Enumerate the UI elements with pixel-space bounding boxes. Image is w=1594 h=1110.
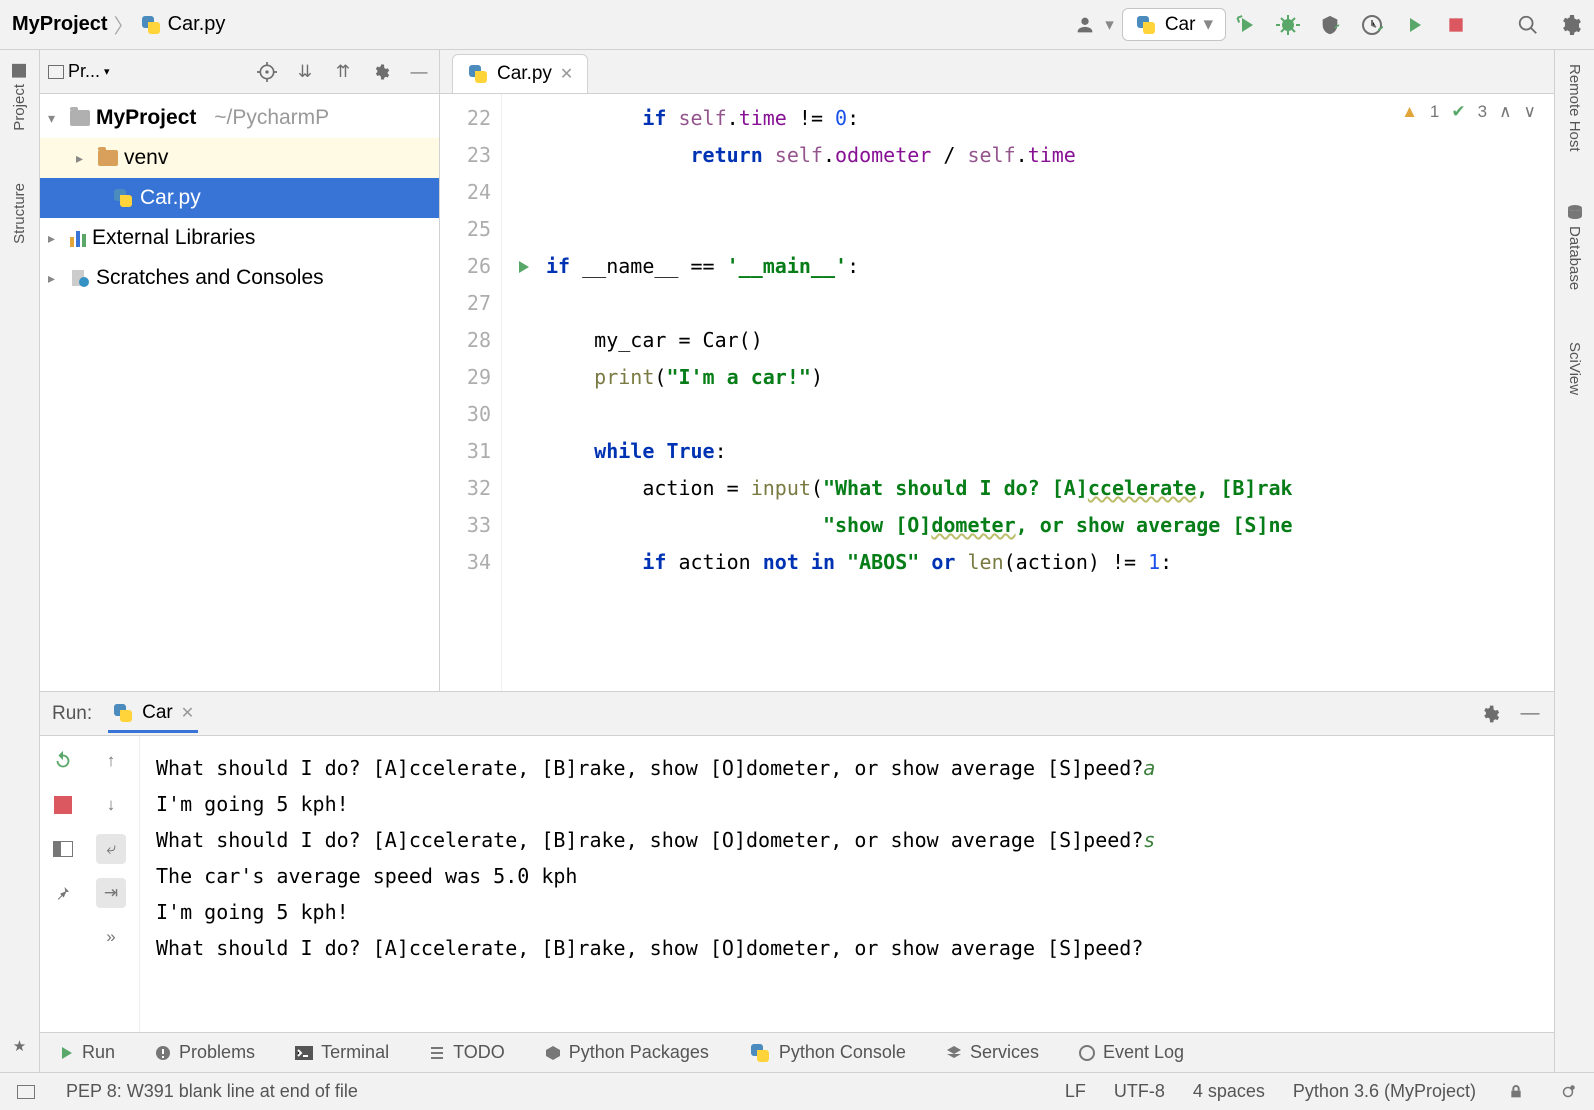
debug-button[interactable] — [1276, 13, 1300, 37]
line-number-gutter[interactable]: 22232425262728293031323334 — [440, 94, 502, 691]
python-console-tab[interactable]: Python Console — [749, 1042, 906, 1064]
run-tab[interactable]: Run — [60, 1042, 115, 1063]
layout-button[interactable] — [48, 834, 78, 864]
status-message[interactable]: PEP 8: W391 blank line at end of file — [66, 1081, 358, 1102]
profile-button[interactable] — [1360, 13, 1384, 37]
run-tool-label: Run: — [52, 703, 92, 725]
collapse-all-button[interactable]: ⇈ — [331, 60, 355, 84]
rerun-button[interactable] — [48, 746, 78, 776]
warning-icon: ▲ — [1401, 102, 1418, 122]
chevron-down-icon[interactable]: ▾ — [1105, 15, 1114, 35]
editor-body[interactable]: ▲1 ✔3 ∧ ∨ 22232425262728293031323334 if … — [440, 94, 1554, 691]
breadcrumb-project[interactable]: MyProject — [12, 13, 108, 36]
folder-icon — [98, 150, 118, 166]
line-separator-widget[interactable]: LF — [1065, 1081, 1086, 1102]
hide-run-panel-button[interactable]: — — [1518, 702, 1542, 726]
library-icon — [70, 229, 86, 247]
navigation-bar: MyProject 〉 Car.py ▾ Car ▾ — [0, 0, 1594, 50]
run-button[interactable] — [1234, 13, 1258, 37]
python-file-icon — [140, 14, 162, 36]
code-area[interactable]: if self.time != 0: return self.odometer … — [546, 94, 1554, 691]
python-file-icon — [112, 187, 134, 209]
stop-button[interactable] — [1444, 13, 1468, 37]
breadcrumb-file[interactable]: Car.py — [140, 13, 226, 36]
remote-host-tool[interactable]: Remote Host — [1564, 58, 1585, 158]
favorites-tool[interactable]: ★ — [8, 1034, 32, 1058]
project-tool[interactable]: Project — [9, 58, 30, 137]
right-tool-stripe: Remote Host Database SciView — [1554, 50, 1594, 1072]
database-tool[interactable]: Database — [1564, 198, 1585, 296]
run-gutter-icon[interactable] — [516, 259, 532, 275]
coverage-button[interactable] — [1318, 13, 1342, 37]
close-run-tab-button[interactable]: ✕ — [181, 703, 194, 723]
bottom-tool-stripe: Run Problems Terminal TODO Python Packages Py… — [40, 1032, 1554, 1072]
folder-icon — [70, 110, 90, 126]
todo-tab[interactable]: TODO — [429, 1042, 505, 1063]
locate-file-button[interactable] — [255, 60, 279, 84]
chevron-right-icon: 〉 — [114, 10, 134, 39]
hide-panel-button[interactable]: — — [407, 60, 431, 84]
expand-all-button[interactable]: ⇊ — [293, 60, 317, 84]
tree-car-file[interactable]: Car.py — [40, 178, 439, 218]
run-settings-button[interactable] — [1478, 702, 1502, 726]
tree-external-libraries[interactable]: ▸External Libraries — [40, 218, 439, 258]
chevron-down-icon: ▾ — [1203, 13, 1213, 36]
tree-project-root[interactable]: ▾MyProject ~/PycharmP — [40, 98, 439, 138]
search-everywhere-button[interactable] — [1516, 13, 1540, 37]
interpreter-widget[interactable]: Python 3.6 (MyProject) — [1293, 1081, 1476, 1102]
encoding-widget[interactable]: UTF-8 — [1114, 1081, 1165, 1102]
close-tab-button[interactable]: ✕ — [560, 64, 573, 84]
structure-tool[interactable]: Structure — [9, 177, 30, 250]
more-button[interactable]: » — [96, 922, 126, 952]
stop-process-button[interactable] — [48, 790, 78, 820]
user-icon[interactable] — [1073, 13, 1097, 37]
ide-notifications-button[interactable] — [1556, 1080, 1580, 1104]
prev-highlight-button[interactable]: ∧ — [1499, 102, 1511, 122]
next-highlight-button[interactable]: ∨ — [1524, 102, 1536, 122]
sciview-tool[interactable]: SciView — [1564, 336, 1585, 401]
terminal-tab[interactable]: Terminal — [295, 1042, 389, 1063]
python-icon — [112, 702, 134, 724]
console-output[interactable]: What should I do? [A]ccelerate, [B]rake,… — [140, 736, 1554, 1032]
scroll-to-end-button[interactable]: ⇥ — [96, 878, 126, 908]
python-icon — [1135, 14, 1157, 36]
readonly-toggle[interactable] — [1504, 1080, 1528, 1104]
run-configuration-selector[interactable]: Car ▾ — [1122, 8, 1226, 41]
tree-venv-folder[interactable]: ▸venv — [40, 138, 439, 178]
breadcrumb: MyProject 〉 Car.py — [12, 10, 225, 39]
event-log-tab[interactable]: Event Log — [1079, 1042, 1184, 1063]
weak-warning-icon: ✔ — [1451, 102, 1465, 122]
run-tool-window: Run: Car✕ — — [40, 692, 1554, 1032]
panel-settings-button[interactable] — [369, 60, 393, 84]
services-tab[interactable]: Services — [946, 1042, 1039, 1063]
scratches-icon — [70, 268, 90, 288]
python-packages-tab[interactable]: Python Packages — [545, 1042, 709, 1063]
pin-button[interactable] — [48, 878, 78, 908]
editor-tab-car[interactable]: Car.py ✕ — [452, 54, 588, 93]
left-tool-stripe: Project Structure ★ — [0, 50, 40, 1072]
gutter-markers[interactable] — [502, 94, 546, 691]
run-side-toolbar: ↑ ↓ ⤶ ⇥ » — [40, 736, 140, 1032]
tree-scratches[interactable]: ▸Scratches and Consoles — [40, 258, 439, 298]
status-bar: PEP 8: W391 blank line at end of file LF… — [0, 1072, 1594, 1110]
project-view-selector[interactable]: Pr...▾ — [48, 61, 110, 82]
soft-wrap-button[interactable]: ⤶ — [96, 834, 126, 864]
project-tool-window: Pr...▾ ⇊ ⇈ — ▾MyProject ~/PycharmP ▸venv… — [40, 50, 440, 691]
settings-button[interactable] — [1558, 13, 1582, 37]
editor: Car.py ✕ ▲1 ✔3 ∧ ∨ 222324252627282930313… — [440, 50, 1554, 691]
python-file-icon — [467, 63, 489, 85]
run-anything-button[interactable] — [1402, 13, 1426, 37]
problems-tab[interactable]: Problems — [155, 1042, 255, 1063]
tool-windows-button[interactable] — [14, 1080, 38, 1104]
scroll-down-button[interactable]: ↓ — [96, 790, 126, 820]
run-tab-car[interactable]: Car✕ — [108, 694, 198, 733]
indent-widget[interactable]: 4 spaces — [1193, 1081, 1265, 1102]
inspection-widget[interactable]: ▲1 ✔3 ∧ ∨ — [1401, 102, 1536, 122]
scroll-up-button[interactable]: ↑ — [96, 746, 126, 776]
